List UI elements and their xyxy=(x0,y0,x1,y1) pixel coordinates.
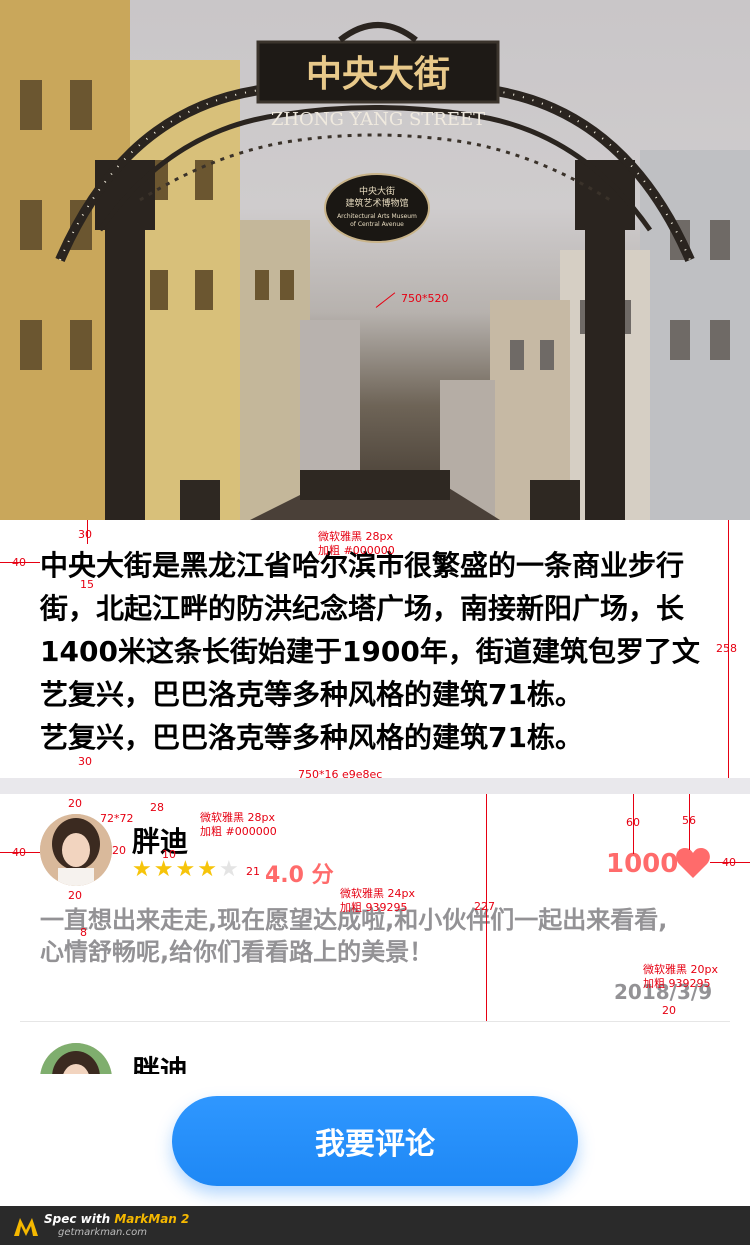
anno-gap: 30 xyxy=(78,528,92,541)
anno-font: 加粗 #000000 xyxy=(200,825,277,838)
star-icon: ★ xyxy=(175,857,196,882)
anno-hline xyxy=(0,562,40,563)
star-icon: ★ xyxy=(132,857,152,882)
anno-hline xyxy=(0,852,40,853)
desc-line: 艺复兴，巴巴洛克等多种风格的建筑71栋。 xyxy=(40,721,583,754)
description-text: 中央大街是黑龙江省哈尔滨市很繁盛的一条商业步行 街，北起江畔的防洪纪念塔广场，南… xyxy=(40,544,720,759)
footer-spec-text: Spec with xyxy=(44,1212,115,1226)
star-empty-icon: ★ xyxy=(218,857,239,882)
desc-line: 艺复兴，巴巴洛克等多种风格的建筑71栋。 xyxy=(40,678,583,711)
bottom-action-bar: 我要评论 xyxy=(0,1074,750,1206)
anno-hline xyxy=(710,862,750,863)
desc-line: 街，北起江畔的防洪纪念塔广场，南接新阳广场，长 xyxy=(40,592,685,625)
anno-height: 227 xyxy=(474,900,495,913)
anno-gap: 20 xyxy=(68,797,82,810)
plaque-line4: of Central Avenue xyxy=(350,221,404,228)
anno-gap: 60 xyxy=(626,816,640,829)
section-divider xyxy=(0,778,750,794)
anno-gap: 56 xyxy=(682,814,696,827)
sign-subtitle: ZHONG YANG STREET xyxy=(271,109,485,130)
sign-title: 中央大街 xyxy=(306,53,450,95)
markman-footer: Spec with MarkMan 2 getmarkman.com xyxy=(0,1206,750,1245)
comment-item: 胖迪 xyxy=(0,1021,750,1074)
anno-font: 加粗 939295 xyxy=(340,901,408,914)
anno-hero-size: 750*520 xyxy=(401,292,449,305)
avatar[interactable] xyxy=(40,1043,112,1074)
write-comment-button[interactable]: 我要评论 xyxy=(172,1096,578,1186)
anno-gap: 10 xyxy=(162,848,176,861)
anno-gap: 8 xyxy=(80,926,87,939)
anno-gap: 20 xyxy=(112,844,126,857)
comment-username[interactable]: 胖迪 xyxy=(132,820,188,860)
rating-score: 4.0 分 xyxy=(265,863,334,888)
street-scene-illustration: 中央大街 ZHONG YANG STREET 中央大街 建筑艺术博物馆 Arch… xyxy=(0,0,750,520)
anno-font: 微软雅黑 20px xyxy=(643,963,718,976)
anno-height: 258 xyxy=(716,642,737,655)
footer-brand: MarkMan 2 xyxy=(114,1212,190,1226)
anno-gap: 20 xyxy=(662,1004,676,1017)
footer-url[interactable]: getmarkman.com xyxy=(58,1227,147,1238)
rating-stars: ★ ★ ★ ★ ★ xyxy=(132,858,239,882)
anno-gap: 28 xyxy=(150,801,164,814)
anno-gap: 21 xyxy=(246,865,260,878)
anno-font: 加粗 #000000 xyxy=(318,544,395,557)
plaque-line3: Architectural Arts Museum xyxy=(337,213,417,220)
footer-title: Spec with MarkMan 2 xyxy=(44,1212,189,1226)
anno-font: 微软雅黑 24px xyxy=(340,887,415,900)
comment-username[interactable]: 胖迪 xyxy=(132,1049,188,1074)
anno-font: 微软雅黑 28px xyxy=(200,811,275,824)
anno-font: 微软雅黑 28px xyxy=(318,530,393,543)
comment-text-line: 心情舒畅呢,给你们看看路上的美景！ xyxy=(40,938,434,966)
anno-vline xyxy=(87,520,88,544)
markman-logo-icon xyxy=(14,1218,38,1236)
anno-avatar-size: 72*72 xyxy=(100,812,134,825)
anno-font: 加粗 939295 xyxy=(643,977,711,990)
star-icon: ★ xyxy=(197,857,217,882)
heart-icon[interactable] xyxy=(675,846,711,880)
anno-gap: 20 xyxy=(68,889,82,902)
plaque-line1: 中央大街 xyxy=(359,185,395,197)
desc-line: 1400米这条长街始建于1900年，街道建筑包罗了文 xyxy=(40,635,700,668)
hero-image: 中央大街 ZHONG YANG STREET 中央大街 建筑艺术博物馆 Arch… xyxy=(0,0,750,520)
anno-gap: 30 xyxy=(78,755,92,768)
star-icon: ★ xyxy=(153,857,174,882)
plaque-line2: 建筑艺术博物馆 xyxy=(345,197,408,209)
like-count: 1000 xyxy=(606,849,679,879)
anno-gap: 15 xyxy=(80,578,94,591)
